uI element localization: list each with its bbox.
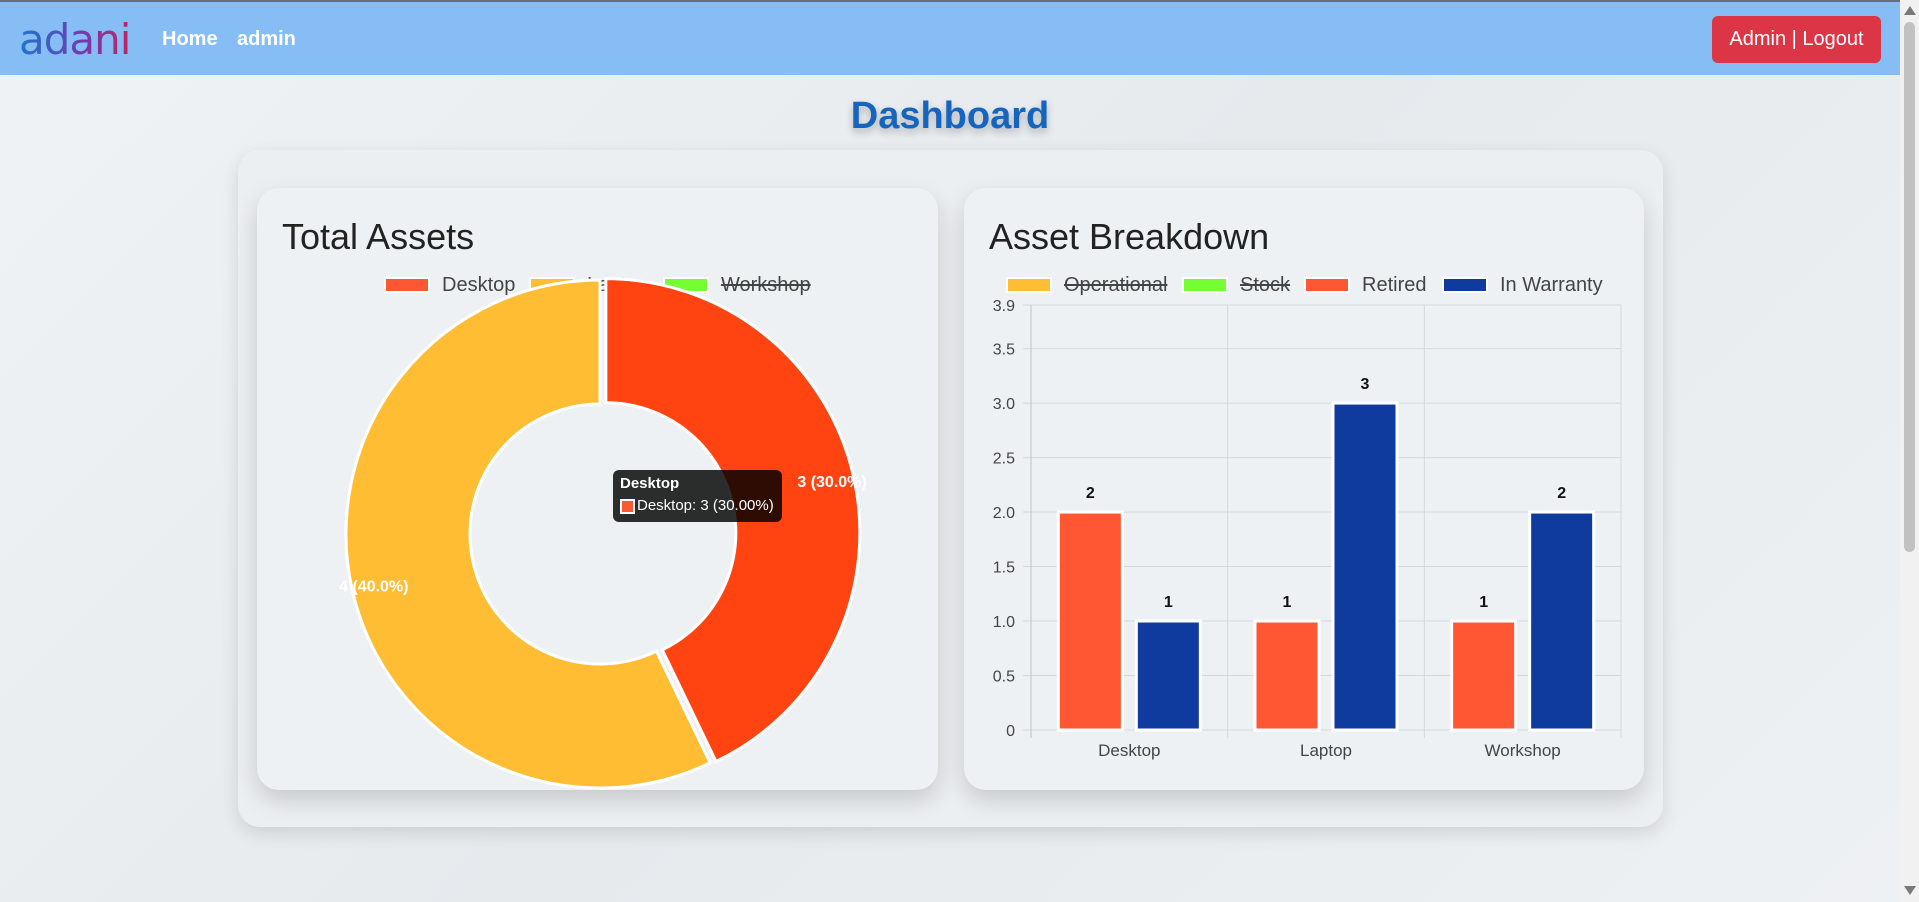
scrollbar[interactable] — [1900, 0, 1919, 902]
asset-breakdown-bar-chart[interactable]: 0 0.5 1.0 1.5 2.0 2.5 3.0 3.5 3.9 Desktop 2 1 Laptop… — [964, 188, 1644, 790]
y-tick-label: 2.5 — [993, 451, 1015, 468]
y-tick-label: 1.5 — [993, 560, 1015, 577]
tooltip-swatch — [620, 499, 635, 514]
bar-in-warranty-workshop[interactable] — [1528, 510, 1596, 732]
scroll-thumb[interactable] — [1904, 22, 1915, 552]
y-tick-label: 3.5 — [993, 342, 1015, 359]
navbar: adani Home admin Admin | Logout — [0, 0, 1900, 75]
nav-link-admin[interactable]: admin — [237, 28, 296, 51]
bar-retired-workshop[interactable] — [1450, 619, 1518, 732]
bar-retired-laptop[interactable] — [1253, 619, 1321, 732]
x-tick-label: Laptop — [1300, 741, 1352, 760]
bar-data-label: 2 — [1557, 485, 1566, 502]
bar-retired-desktop[interactable] — [1056, 510, 1124, 732]
x-tick-label: Workshop — [1485, 741, 1561, 760]
donut-data-label-laptop: 4 (40.0%) — [339, 579, 408, 596]
bar-data-label: 1 — [1283, 594, 1292, 611]
bar-in-warranty-laptop[interactable] — [1331, 401, 1399, 732]
chart-tooltip: Desktop Desktop: 3 (30.00%) — [613, 470, 782, 522]
y-tick-label: 3.0 — [993, 396, 1015, 413]
tooltip-body: Desktop: 3 (30.00%) — [637, 497, 774, 514]
bar-data-label: 3 — [1361, 376, 1370, 393]
adani-logo[interactable]: adani — [19, 16, 131, 64]
page-title: Dashboard — [850, 95, 1050, 137]
scroll-up-arrow-icon[interactable] — [1904, 6, 1916, 15]
x-tick-label: Desktop — [1098, 741, 1160, 760]
y-tick-label: 0 — [1006, 723, 1015, 740]
tooltip-title: Desktop — [620, 475, 680, 492]
y-tick-label: 1.0 — [993, 614, 1015, 631]
y-tick-label: 2.0 — [993, 505, 1015, 522]
bar-data-label: 1 — [1164, 594, 1173, 611]
y-tick-label: 0.5 — [993, 669, 1015, 686]
bar-data-label: 2 — [1086, 485, 1095, 502]
logout-button[interactable]: Admin | Logout — [1712, 16, 1881, 63]
y-tick-label: 3.9 — [993, 298, 1015, 315]
nav-link-home[interactable]: Home — [162, 28, 218, 51]
scroll-down-arrow-icon[interactable] — [1904, 886, 1916, 895]
total-assets-donut-chart[interactable]: 3 (30.0%) 4 (40.0%) — [257, 188, 938, 790]
bar-in-warranty-desktop[interactable] — [1134, 619, 1202, 732]
bar-data-label: 1 — [1479, 594, 1488, 611]
donut-data-label-desktop: 3 (30.0%) — [797, 474, 866, 491]
